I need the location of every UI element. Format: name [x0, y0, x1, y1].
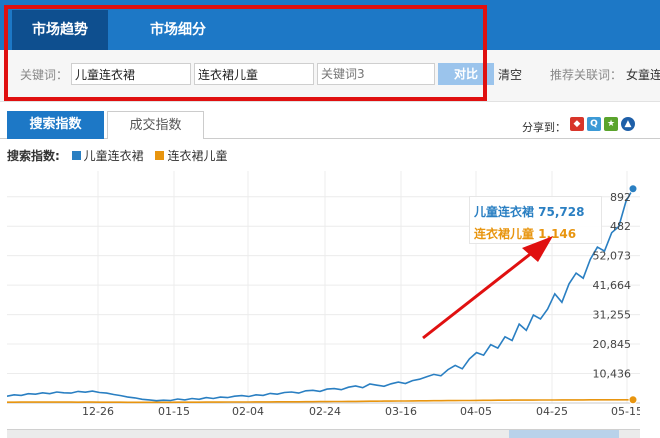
chart-tooltip: 儿童连衣裙 75,728 连衣裙儿童 1,146 — [469, 196, 602, 244]
tooltip-series-1: 儿童连衣裙 75,728 — [474, 205, 585, 219]
tooltip-series-2: 连衣裙儿童 1,146 — [474, 227, 577, 241]
x-tick-label: 02-04 — [232, 405, 264, 418]
range-scroll-thumb[interactable] — [509, 430, 619, 438]
highlight-box — [4, 5, 487, 101]
y-tick-label: 41,664 — [593, 279, 632, 292]
y-tick-label: 482 — [610, 220, 631, 233]
legend-title: 搜索指数: — [7, 149, 60, 163]
x-tick-label: 04-05 — [460, 405, 492, 418]
y-tick-label: 10,436 — [593, 367, 632, 380]
y-tick-label: 52,073 — [593, 250, 632, 263]
chart-legend: 搜索指数: 儿童连衣裙 连衣裙儿童 — [7, 147, 228, 164]
chart-range-scrollbar[interactable] — [7, 429, 640, 438]
share-icon-a[interactable]: ◆ — [570, 117, 584, 131]
x-tick-label: 03-16 — [385, 405, 417, 418]
x-tick-label: 01-15 — [158, 405, 190, 418]
y-tick-label: 20,845 — [593, 338, 632, 351]
index-tabs: 搜索指数 成交指数 分享到： ◆ Q ★ ▲ — [0, 111, 660, 139]
recommend-keyword-link[interactable]: 女童连 — [626, 66, 660, 83]
share-icon-b[interactable]: Q — [587, 117, 601, 131]
recommend-label: 推荐关联词： — [550, 68, 623, 82]
x-tick-label: 02-24 — [309, 405, 341, 418]
x-tick-label: 12-26 — [82, 405, 114, 418]
share-label: 分享到： — [522, 121, 566, 134]
x-tick-label: 05-15 — [611, 405, 640, 418]
legend-swatch-2 — [155, 151, 165, 160]
series-endpoint-2[interactable] — [628, 395, 638, 405]
legend-swatch-1 — [71, 151, 81, 160]
share-icon-d[interactable]: ▲ — [621, 117, 635, 131]
y-tick-label: 31,255 — [593, 309, 632, 322]
legend-series-2[interactable]: 连衣裙儿童 — [167, 149, 227, 163]
x-tick-label: 04-25 — [536, 405, 568, 418]
share-icon-c[interactable]: ★ — [604, 117, 618, 131]
clear-link[interactable]: 清空 — [498, 66, 522, 83]
legend-series-1[interactable]: 儿童连衣裙 — [84, 149, 144, 163]
y-tick-label: 892 — [610, 191, 631, 204]
tab-deal-index[interactable]: 成交指数 — [107, 111, 204, 139]
tab-search-index[interactable]: 搜索指数 — [7, 111, 104, 139]
